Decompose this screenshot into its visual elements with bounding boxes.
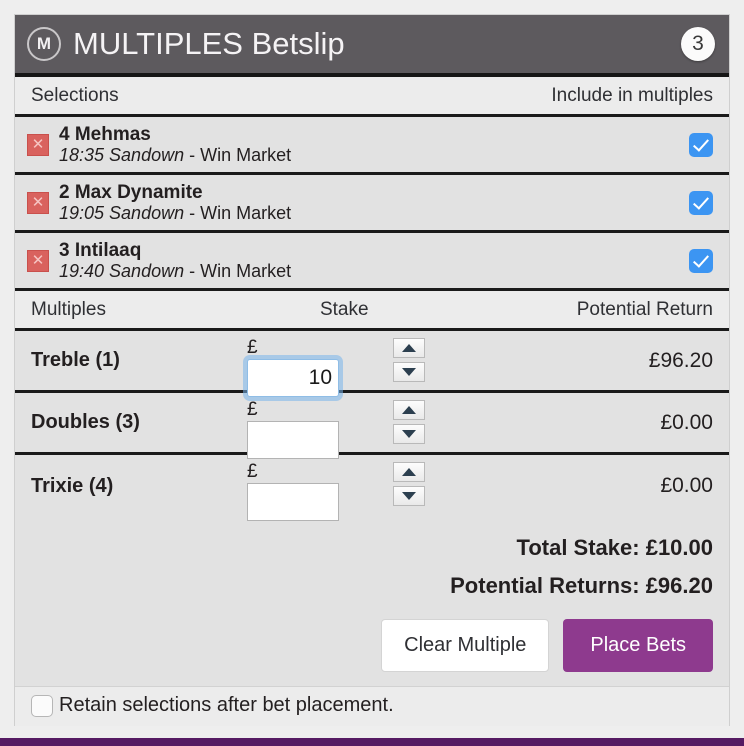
- include-in-multiples-checkbox[interactable]: [689, 132, 713, 157]
- total-stake: Total Stake: £10.00: [516, 535, 713, 560]
- stake-cell: £: [245, 455, 385, 521]
- selection-event: 19:40 Sandown: [59, 261, 185, 282]
- stake-input[interactable]: [247, 359, 339, 397]
- remove-x-icon[interactable]: ✕: [27, 191, 49, 214]
- selection-name: 4 Mehmas: [59, 123, 151, 145]
- stake-decrement-button[interactable]: [393, 424, 425, 444]
- betslip-panel: M MULTIPLES Betslip 3 Selections Include…: [14, 14, 730, 726]
- betslip-header: M MULTIPLES Betslip 3: [15, 15, 729, 77]
- selection-name: 3 Intilaaq: [59, 239, 142, 261]
- selection-market-label: - Win Market: [184, 203, 292, 224]
- currency-symbol: £: [247, 337, 258, 358]
- triangle-down-icon: [402, 368, 416, 376]
- multiple-name: Doubles (3): [31, 411, 140, 433]
- page-title: MULTIPLES Betslip: [73, 26, 345, 61]
- multiples-header-label: Multiples: [31, 298, 106, 320]
- remove-x-icon[interactable]: ✕: [27, 249, 49, 272]
- currency-symbol: £: [247, 461, 258, 482]
- retain-selections-checkbox[interactable]: [31, 694, 53, 717]
- potential-return-value: £0.00: [660, 410, 713, 434]
- selection-event: 18:35 Sandown: [59, 145, 185, 166]
- totals-section: Total Stake: £10.00 Potential Returns: £…: [15, 517, 729, 609]
- selection-details: 4 Mehmas 18:35 Sandown - Win Market: [59, 124, 689, 165]
- actions-bar: Clear Multiple Place Bets: [15, 609, 729, 686]
- triangle-down-icon: [402, 492, 416, 500]
- include-in-multiples-checkbox[interactable]: [689, 190, 713, 215]
- stake-stepper: [393, 400, 429, 444]
- stake-decrement-button[interactable]: [393, 486, 425, 506]
- bottom-accent-bar: [0, 738, 744, 746]
- currency-symbol: £: [247, 399, 258, 420]
- selection-market: 18:35 Sandown - Win Market: [59, 145, 689, 165]
- stake-cell: £: [245, 393, 385, 459]
- stake-increment-button[interactable]: [393, 338, 425, 358]
- potential-return-value: £96.20: [648, 348, 713, 372]
- page-background: M MULTIPLES Betslip 3 Selections Include…: [0, 0, 744, 746]
- selection-row: ✕ 2 Max Dynamite 19:05 Sandown - Win Mar…: [15, 175, 729, 233]
- selection-market-label: - Win Market: [184, 261, 292, 282]
- multiple-row: Trixie (4) £ £0.00: [15, 455, 729, 521]
- triangle-up-icon: [402, 406, 416, 414]
- stake-input[interactable]: [247, 483, 339, 521]
- selection-market-label: - Win Market: [184, 145, 292, 166]
- selection-details: 3 Intilaaq 19:40 Sandown - Win Market: [59, 240, 689, 281]
- clear-multiple-button[interactable]: Clear Multiple: [381, 619, 550, 672]
- multiples-column-header: Multiples Stake Potential Return: [15, 291, 729, 331]
- selection-row: ✕ 3 Intilaaq 19:40 Sandown - Win Market: [15, 233, 729, 291]
- retain-selections-label: Retain selections after bet placement.: [59, 694, 394, 716]
- remove-x-icon[interactable]: ✕: [27, 133, 49, 156]
- selection-market: 19:40 Sandown - Win Market: [59, 261, 689, 281]
- stake-cell: £: [245, 331, 385, 397]
- selection-market: 19:05 Sandown - Win Market: [59, 203, 689, 223]
- selection-row: ✕ 4 Mehmas 18:35 Sandown - Win Market: [15, 117, 729, 175]
- multiple-row: Treble (1) £ £96.20: [15, 331, 729, 397]
- multiple-name: Trixie (4): [31, 474, 114, 497]
- include-in-multiples-checkbox[interactable]: [689, 248, 713, 273]
- stake-stepper: [393, 462, 429, 506]
- selection-event: 19:05 Sandown: [59, 203, 185, 224]
- place-bets-button[interactable]: Place Bets: [563, 619, 713, 672]
- multiple-name: Treble (1): [31, 349, 120, 371]
- include-in-multiples-header-label: Include in multiples: [551, 84, 713, 106]
- stake-increment-button[interactable]: [393, 462, 425, 482]
- selection-name: 2 Max Dynamite: [59, 181, 203, 203]
- selections-header-label: Selections: [31, 84, 119, 106]
- circle-m-logo-icon: M: [27, 27, 61, 61]
- potential-returns-total: Potential Returns: £96.20: [450, 573, 713, 598]
- selection-details: 2 Max Dynamite 19:05 Sandown - Win Marke…: [59, 182, 689, 223]
- stake-increment-button[interactable]: [393, 400, 425, 420]
- potential-return-header-label: Potential Return: [576, 298, 713, 320]
- retain-selections-row: Retain selections after bet placement.: [15, 686, 729, 726]
- stake-header-label: Stake: [319, 298, 369, 320]
- selection-count-badge: 3: [681, 27, 715, 61]
- potential-return-value: £0.00: [660, 474, 713, 497]
- stake-decrement-button[interactable]: [393, 362, 425, 382]
- selections-column-header: Selections Include in multiples: [15, 77, 729, 117]
- triangle-down-icon: [402, 430, 416, 438]
- triangle-up-icon: [402, 468, 416, 476]
- triangle-up-icon: [402, 344, 416, 352]
- multiple-row: Doubles (3) £ £0.00: [15, 393, 729, 459]
- stake-input[interactable]: [247, 421, 339, 459]
- stake-stepper: [393, 338, 429, 382]
